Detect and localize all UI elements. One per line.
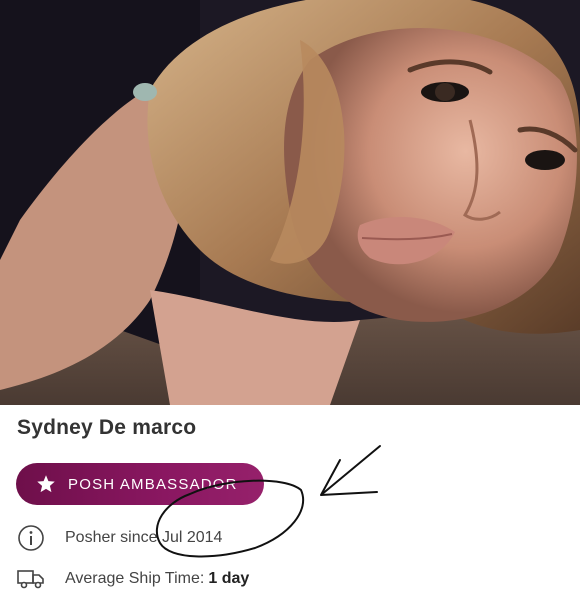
truck-icon (17, 570, 44, 589)
posher-since-row: Posher since Jul 2014 (17, 524, 222, 552)
info-icon (18, 525, 44, 551)
posh-ambassador-badge[interactable]: POSH AMBASSADOR (16, 463, 264, 505)
annotation-arrow (320, 445, 381, 496)
profile-photo (0, 0, 580, 405)
ship-time-label: Average Ship Time: (65, 570, 205, 587)
ship-time-row: Average Ship Time: 1 day (17, 565, 249, 593)
star-icon (37, 475, 55, 493)
profile-name: Sydney De marco (17, 416, 197, 439)
ship-time-value: 1 day (208, 570, 250, 587)
badge-label: POSH AMBASSADOR (68, 475, 238, 493)
posher-since-text: Posher since Jul 2014 (65, 529, 223, 546)
